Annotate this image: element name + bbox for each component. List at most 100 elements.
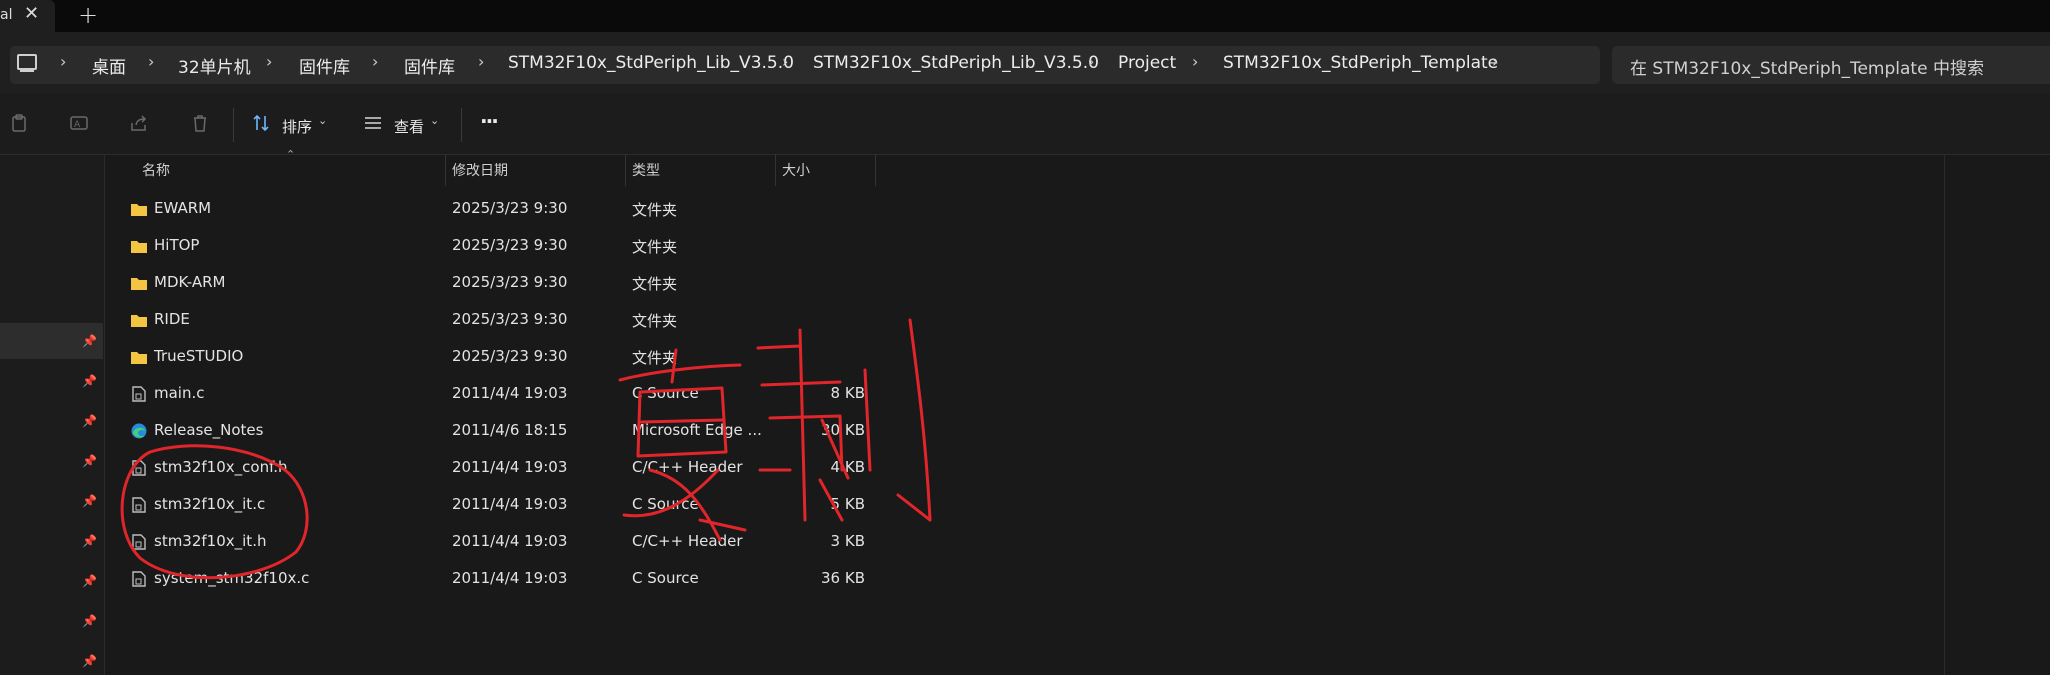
file-type: 文件夹	[632, 201, 678, 219]
file-type: Microsoft Edge ...	[632, 421, 762, 439]
file-modified: 2011/4/4 19:03	[452, 495, 568, 513]
file-modified: 2011/4/4 19:03	[452, 458, 568, 476]
file-modified: 2011/4/4 19:03	[452, 569, 568, 587]
file-modified: 2025/3/23 9:30	[452, 236, 568, 254]
column-header-type[interactable]: 类型	[632, 160, 660, 180]
toolbar-divider	[461, 108, 462, 142]
file-name: stm32f10x_it.h	[154, 532, 267, 550]
breadcrumb-separator[interactable]: ›	[1192, 52, 1198, 71]
pin-icon[interactable]: 📌	[82, 374, 97, 388]
column-divider[interactable]	[775, 154, 776, 186]
folder-icon	[131, 204, 147, 216]
svg-text:A: A	[74, 120, 81, 130]
breadcrumb-item[interactable]: STM32F10x_StdPeriph_Template	[1223, 53, 1498, 73]
file-modified: 2025/3/23 9:30	[452, 199, 568, 217]
file-type: C Source	[632, 495, 699, 513]
breadcrumb-item[interactable]: STM32F10x_StdPeriph_Lib_V3.5.0	[508, 53, 794, 73]
more-options-button[interactable]: ···	[480, 109, 499, 133]
breadcrumb-separator[interactable]: ›	[1088, 52, 1094, 71]
sort-button[interactable]: 排序	[282, 116, 312, 137]
view-button[interactable]: 查看	[394, 116, 424, 137]
breadcrumb-separator[interactable]: ›	[782, 52, 788, 71]
file-name: stm32f10x_it.c	[154, 495, 266, 513]
file-size: 8 KB	[830, 384, 865, 402]
breadcrumb-item[interactable]: 固件库	[404, 53, 455, 78]
file-name: RIDE	[154, 310, 190, 328]
breadcrumb-separator[interactable]: ›	[148, 52, 154, 71]
file-icon	[132, 534, 146, 550]
file-size: 36 KB	[821, 569, 865, 587]
rename-icon[interactable]: A	[70, 114, 88, 132]
file-name: stm32f10x_conf.h	[154, 458, 288, 476]
sort-icon[interactable]	[252, 114, 270, 132]
file-icon	[132, 386, 146, 402]
pin-icon[interactable]: 📌	[82, 574, 97, 588]
pin-icon[interactable]: 📌	[82, 614, 97, 628]
file-name: TrueSTUDIO	[154, 347, 244, 365]
file-type: 文件夹	[632, 349, 678, 367]
file-modified: 2025/3/23 9:30	[452, 310, 568, 328]
tab-title[interactable]: al	[0, 7, 12, 23]
column-divider[interactable]	[625, 154, 626, 186]
pin-icon[interactable]: 📌	[82, 534, 97, 548]
this-pc-icon-stand	[20, 70, 34, 72]
breadcrumb-item[interactable]: 32单片机	[178, 53, 251, 78]
file-size: 3 KB	[830, 532, 865, 550]
file-size: 5 KB	[830, 495, 865, 513]
chevron-down-icon[interactable]: ⌄	[430, 114, 439, 127]
column-header-name[interactable]: 名称	[142, 160, 170, 180]
breadcrumb-separator[interactable]: ›	[478, 52, 484, 71]
file-name: main.c	[154, 384, 205, 402]
column-header-modified[interactable]: 修改日期	[452, 160, 508, 180]
pin-icon[interactable]: 📌	[82, 654, 97, 668]
breadcrumb-item[interactable]: STM32F10x_StdPeriph_Lib_V3.5.0	[813, 53, 1099, 73]
file-type: C/C++ Header	[632, 532, 743, 550]
column-header-size[interactable]: 大小	[782, 160, 810, 180]
search-input[interactable]: 在 STM32F10x_StdPeriph_Template 中搜索	[1630, 54, 1984, 79]
file-type: 文件夹	[632, 312, 678, 330]
file-icon	[132, 460, 146, 476]
tab-strip	[0, 0, 2050, 32]
plus-icon[interactable]: +	[78, 1, 98, 29]
column-divider[interactable]	[445, 154, 446, 186]
folder-icon	[131, 352, 147, 364]
breadcrumb-item[interactable]: 固件库	[299, 53, 350, 78]
file-size: 30 KB	[821, 421, 865, 439]
file-type: C/C++ Header	[632, 458, 743, 476]
share-icon[interactable]	[130, 114, 148, 132]
file-modified: 2011/4/4 19:03	[452, 384, 568, 402]
view-icon[interactable]	[364, 114, 382, 132]
file-name: Release_Notes	[154, 421, 264, 439]
paste-icon[interactable]	[10, 114, 28, 132]
file-size: 4 KB	[830, 458, 865, 476]
column-divider[interactable]	[875, 154, 876, 186]
close-icon[interactable]: ✕	[24, 3, 39, 24]
folder-icon	[131, 315, 147, 327]
pin-icon[interactable]: 📌	[82, 334, 97, 348]
breadcrumb-separator[interactable]: ›	[372, 52, 378, 71]
file-modified: 2011/4/4 19:03	[452, 532, 568, 550]
pin-icon[interactable]: 📌	[82, 454, 97, 468]
sort-ascending-icon: ⌃	[286, 148, 296, 161]
folder-icon	[131, 278, 147, 290]
breadcrumb-item[interactable]: 桌面	[92, 53, 126, 78]
file-type: C Source	[632, 384, 699, 402]
file-name: EWARM	[154, 199, 212, 217]
edge-icon	[131, 423, 147, 439]
file-name: MDK-ARM	[154, 273, 226, 291]
delete-icon[interactable]	[191, 114, 209, 132]
breadcrumb-separator[interactable]: ›	[1492, 52, 1498, 71]
file-icon	[132, 497, 146, 513]
file-icon	[132, 571, 146, 587]
file-name: system_stm32f10x.c	[154, 569, 310, 587]
breadcrumb-item[interactable]: Project	[1118, 53, 1176, 73]
file-modified: 2025/3/23 9:30	[452, 347, 568, 365]
folder-icon	[131, 241, 147, 253]
breadcrumb-separator[interactable]: ›	[60, 52, 66, 71]
file-type: 文件夹	[632, 238, 678, 256]
this-pc-icon[interactable]	[17, 54, 37, 70]
pin-icon[interactable]: 📌	[82, 494, 97, 508]
pin-icon[interactable]: 📌	[82, 414, 97, 428]
breadcrumb-separator[interactable]: ›	[266, 52, 272, 71]
chevron-down-icon[interactable]: ⌄	[318, 114, 327, 127]
